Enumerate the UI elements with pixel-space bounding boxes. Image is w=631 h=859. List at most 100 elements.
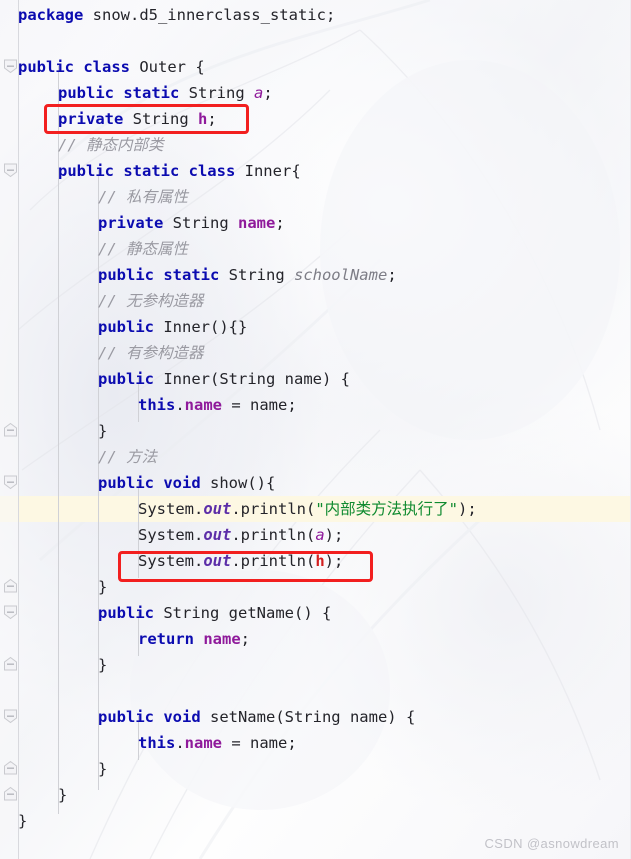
code-line[interactable]: // 方法	[98, 444, 157, 470]
code-token-cmt: // 静态属性	[98, 240, 188, 258]
code-token-fld: name	[237, 214, 276, 232]
code-token-op: }	[18, 812, 28, 830]
code-token-op: ;	[240, 630, 250, 648]
code-line[interactable]: public class Outer {	[18, 54, 205, 80]
code-line[interactable]: public String getName() {	[98, 600, 331, 626]
red-box-private-string-h	[44, 104, 249, 134]
code-token-op: }	[98, 578, 108, 596]
code-token-kw: package	[18, 6, 93, 24]
code-line[interactable]: // 无参构造器	[98, 288, 204, 314]
code-line[interactable]: }	[98, 756, 107, 782]
code-editor-screenshot: package snow.d5_innerclass_static;public…	[0, 0, 631, 859]
code-token-sfldg: schoolName	[293, 266, 388, 284]
code-token-op: System.	[138, 526, 204, 544]
code-token-op: );	[458, 500, 477, 518]
code-line[interactable]: }	[58, 782, 67, 808]
code-token-kw: public	[98, 370, 164, 388]
code-token-cmt: // 方法	[98, 448, 157, 466]
code-line[interactable]: public void setName(String name) {	[98, 704, 415, 730]
code-token-sfld: a	[253, 84, 264, 102]
code-token-op: System.	[138, 500, 204, 518]
code-token-kw: public	[98, 318, 164, 336]
csdn-watermark: CSDN @asnowdream	[484, 836, 619, 851]
code-token-op: }	[98, 760, 108, 778]
code-line[interactable]: System.out.println("内部类方法执行了");	[138, 496, 477, 522]
code-token-kw: this	[138, 396, 176, 414]
code-token-op: }	[98, 656, 108, 674]
code-token-meth: Inner	[163, 370, 210, 388]
code-token-op: .	[175, 734, 185, 752]
code-token-op: ;	[263, 84, 273, 102]
code-token-op: {	[291, 162, 301, 180]
code-token-kw: private	[98, 214, 173, 232]
code-token-cls: String	[228, 266, 294, 284]
code-token-cmt: // 静态内部类	[58, 136, 164, 154]
code-token-op: (){}	[210, 318, 248, 336]
code-line[interactable]: // 静态内部类	[58, 132, 164, 158]
code-token-fld: name	[203, 630, 241, 648]
code-token-cmt: // 无参构造器	[98, 292, 204, 310]
code-token-kw: public void	[98, 474, 210, 492]
code-token-cls: Inner	[244, 162, 292, 180]
code-token-op: .println(	[231, 526, 316, 544]
code-line[interactable]: public Inner(){}	[98, 314, 247, 340]
code-line[interactable]: }	[98, 652, 107, 678]
code-token-sfld: a	[315, 526, 325, 544]
code-line[interactable]: }	[98, 418, 107, 444]
code-token-cls: Outer	[139, 58, 186, 76]
code-line[interactable]: // 有参构造器	[98, 340, 204, 366]
code-token-fld: name	[184, 396, 222, 414]
code-token-op: }	[98, 422, 108, 440]
code-line[interactable]: System.out.println(a);	[138, 522, 343, 548]
code-line[interactable]: private String name;	[98, 210, 285, 236]
red-box-println-h	[118, 551, 373, 582]
code-token-kw: public void	[98, 708, 210, 726]
code-line[interactable]: public Inner(String name) {	[98, 366, 350, 392]
code-token-kw: public static	[98, 266, 229, 284]
code-token-op: (){	[247, 474, 276, 492]
code-token-fld: name	[184, 734, 222, 752]
code-token-str: "内部类方法执行了"	[315, 500, 458, 518]
code-token-op: );	[324, 526, 344, 544]
code-token-cls: String	[163, 604, 229, 622]
code-token-op: () {	[293, 604, 332, 622]
code-token-op: }	[58, 786, 68, 804]
code-line[interactable]: this.name = name;	[138, 730, 297, 756]
code-token-cls: Inner	[163, 318, 210, 336]
code-line[interactable]: // 私有属性	[98, 184, 188, 210]
code-line[interactable]: public static String schoolName;	[98, 262, 397, 288]
code-token-stat: out	[203, 500, 232, 518]
code-token-op: ;	[387, 266, 397, 284]
code-token-kw: public class	[18, 58, 140, 76]
code-line[interactable]: public static String a;	[58, 80, 273, 106]
code-token-meth: getName	[228, 604, 294, 622]
code-token-op: .println(	[231, 500, 316, 518]
code-token-cls: String	[172, 214, 238, 232]
code-line[interactable]: }	[18, 808, 27, 834]
code-token-op: .	[175, 396, 185, 414]
code-token-op: (String name) {	[275, 708, 416, 726]
code-token-meth: setName	[209, 708, 276, 726]
code-token-kw: public	[98, 604, 164, 622]
code-line[interactable]: public void show(){	[98, 470, 275, 496]
code-token-op: = name;	[222, 734, 297, 752]
code-token-kw: this	[138, 734, 176, 752]
code-token-id: snow.d5_innerclass_static;	[92, 6, 336, 24]
code-token-kw: return	[138, 630, 204, 648]
code-token-meth: show	[209, 474, 248, 492]
code-token-cmt: // 私有属性	[98, 188, 188, 206]
code-token-cls: String	[188, 84, 254, 102]
code-token-op: (String name) {	[210, 370, 350, 388]
code-token-op: = name;	[222, 396, 297, 414]
code-token-kw: public static class	[58, 162, 245, 180]
code-token-cmt: // 有参构造器	[98, 344, 204, 362]
code-line[interactable]: // 静态属性	[98, 236, 188, 262]
code-line[interactable]: return name;	[138, 626, 250, 652]
code-line[interactable]: this.name = name;	[138, 392, 297, 418]
code-line[interactable]: }	[98, 574, 107, 600]
code-token-op: {	[186, 58, 205, 76]
code-line[interactable]: public static class Inner{	[58, 158, 301, 184]
code-token-stat: out	[203, 526, 232, 544]
code-line[interactable]: package snow.d5_innerclass_static;	[18, 2, 335, 28]
code-token-kw: public static	[58, 84, 189, 102]
